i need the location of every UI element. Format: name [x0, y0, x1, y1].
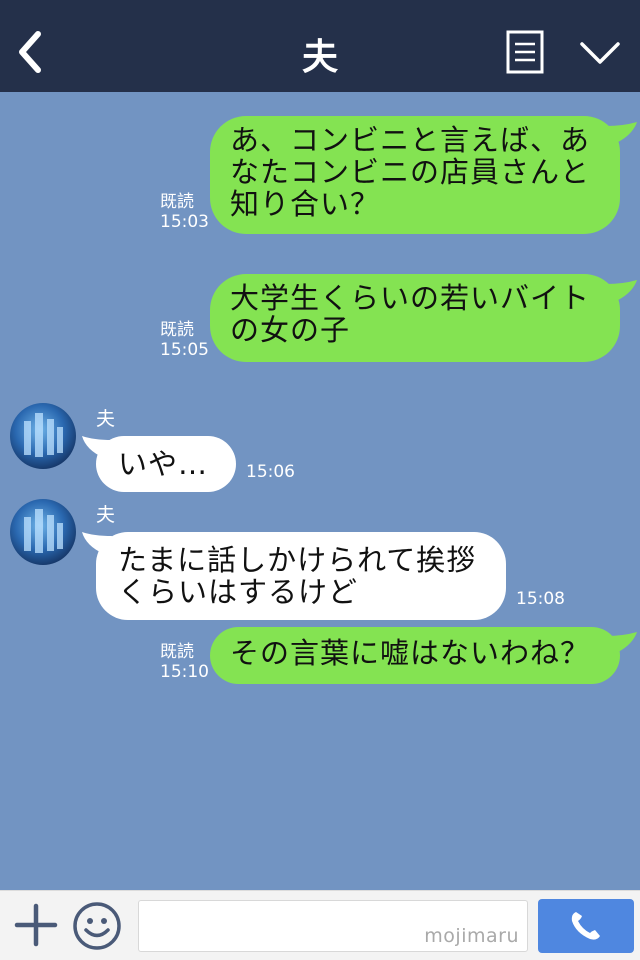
bubble-tail [606, 280, 637, 302]
message-bubble[interactable]: 大学生くらいの若いバイト の女の子 [210, 274, 620, 362]
sender-name: 夫 [96, 408, 116, 430]
call-button[interactable] [538, 899, 634, 953]
read-receipt: 既読 [160, 642, 194, 662]
message-time: 15:03 [160, 212, 209, 232]
chat-title: 夫 [301, 37, 338, 78]
read-receipt: 既読 [160, 192, 194, 212]
composer-bar: mojimaru [0, 890, 640, 960]
avatar[interactable] [10, 403, 76, 469]
message-time: 15:10 [160, 662, 209, 682]
chevron-down-icon[interactable] [578, 38, 622, 68]
watermark: mojimaru [424, 925, 519, 947]
smile-icon[interactable] [72, 901, 122, 951]
message-bubble[interactable]: その言葉に嘘はないわね？ [210, 627, 620, 684]
read-receipt: 既読 [160, 320, 194, 340]
message-bubble[interactable]: あ、コンビニと言えば、あ なたコンビニの店員さんと 知り合い？ [210, 116, 620, 234]
message-meta: 既読 15:10 [160, 642, 209, 682]
bubble-tail [606, 122, 637, 144]
message-time: 15:08 [516, 589, 565, 609]
message-time: 15:05 [160, 340, 209, 360]
message-input[interactable]: mojimaru [138, 900, 528, 952]
avatar[interactable] [10, 499, 76, 565]
plus-icon[interactable] [14, 903, 58, 947]
message-meta: 既読 15:05 [160, 320, 209, 360]
message-time: 15:06 [246, 462, 295, 482]
phone-icon [571, 912, 600, 940]
message-bubble[interactable]: たまに話しかけられて挨拶 くらいはするけど [96, 532, 506, 620]
bubble-tail [606, 632, 637, 654]
notes-icon[interactable] [506, 30, 544, 74]
message-meta: 既読 15:03 [160, 192, 209, 232]
sender-name: 夫 [96, 504, 116, 526]
message-bubble[interactable]: いや… [96, 436, 236, 492]
message-list[interactable]: 既読 15:03 あ、コンビニと言えば、あ なたコンビニの店員さんと 知り合い？… [0, 92, 640, 890]
chat-header: 夫 [0, 0, 640, 92]
